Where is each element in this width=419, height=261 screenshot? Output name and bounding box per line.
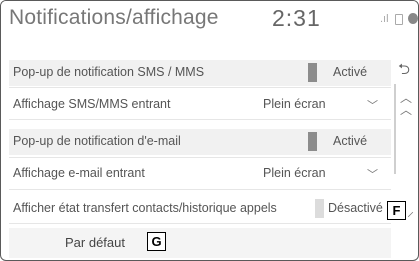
row-divider [9, 189, 391, 190]
screen-frame: Notifications/affichage 2:31 .ıl Pop-up … [0, 0, 419, 261]
setting-row-transfer-status[interactable]: Afficher état transfert contacts/histori… [9, 196, 391, 222]
setting-row-sms-display[interactable]: Affichage SMS/MMS entrant Plein écran ﹀ [9, 92, 391, 118]
setting-row-email-popup[interactable]: Pop-up de notification d'e-mail Activé [9, 129, 391, 155]
row-divider [9, 87, 391, 88]
row-divider [9, 119, 391, 120]
chevron-down-icon: ﹀ [367, 169, 378, 181]
select-value: Plein écran [263, 166, 326, 180]
signal-icon: .ıl [380, 13, 389, 25]
callout-g: G [147, 232, 166, 251]
page-title: Notifications/affichage [9, 6, 219, 29]
toggle-state: Désactivé [328, 201, 383, 215]
setting-label: Affichage e-mail entrant [13, 166, 145, 180]
status-icons: .ıl [368, 13, 418, 29]
toggle-indicator [308, 132, 317, 151]
phone-icon [408, 13, 418, 24]
back-arrow-icon[interactable]: ⮌ [398, 59, 410, 84]
callout-f: F [387, 201, 406, 220]
clock: 2:31 [272, 5, 321, 31]
setting-row-sms-popup[interactable]: Pop-up de notification SMS / MMS Activé [9, 60, 391, 86]
toggle-state: Activé [333, 134, 368, 148]
scrollbar-track[interactable] [394, 84, 396, 174]
row-divider [9, 223, 391, 224]
row-divider [9, 157, 391, 158]
chevron-down-icon: ﹀ [367, 100, 378, 112]
toggle-state: Activé [333, 65, 368, 79]
scroll-indicator-icon: ⸝ [407, 203, 414, 219]
default-button[interactable]: Par défaut [9, 228, 391, 258]
toggle-indicator [308, 63, 317, 82]
sim-icon [395, 14, 403, 25]
setting-label: Pop-up de notification SMS / MMS [13, 65, 205, 79]
default-button-label: Par défaut [65, 235, 125, 250]
setting-label: Pop-up de notification d'e-mail [13, 134, 181, 148]
select-value: Plein écran [263, 97, 326, 111]
toggle-indicator [315, 199, 324, 218]
setting-label: Afficher état transfert contacts/histori… [13, 201, 277, 215]
setting-row-email-display[interactable]: Affichage e-mail entrant Plein écran ﹀ [9, 161, 391, 187]
scroll-up-icon[interactable]: ︿ ︿ [400, 92, 412, 116]
setting-label: Affichage SMS/MMS entrant [13, 97, 171, 111]
title-bar: Notifications/affichage 2:31 .ıl [1, 1, 418, 39]
